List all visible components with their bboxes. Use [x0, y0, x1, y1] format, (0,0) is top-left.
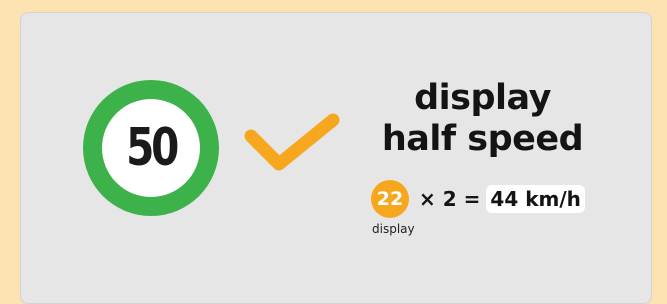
speed-equation: 22 × 2 = 44 km/h: [371, 180, 585, 218]
display-label: display: [372, 222, 415, 236]
headline-line-2: half speed: [381, 119, 584, 159]
speed-limit-sign: 50: [83, 80, 219, 216]
headline: display half speed: [370, 78, 595, 160]
actual-speed-result: 44 km/h: [486, 185, 585, 213]
multiply-operator: × 2: [419, 187, 457, 211]
speed-limit-number: 50: [125, 118, 179, 178]
displayed-speed-badge: 22: [371, 180, 409, 218]
sign-face: 50: [102, 99, 200, 197]
check-icon: [243, 112, 343, 186]
equals-operator: =: [463, 187, 481, 211]
headline-line-1: display: [414, 78, 551, 118]
